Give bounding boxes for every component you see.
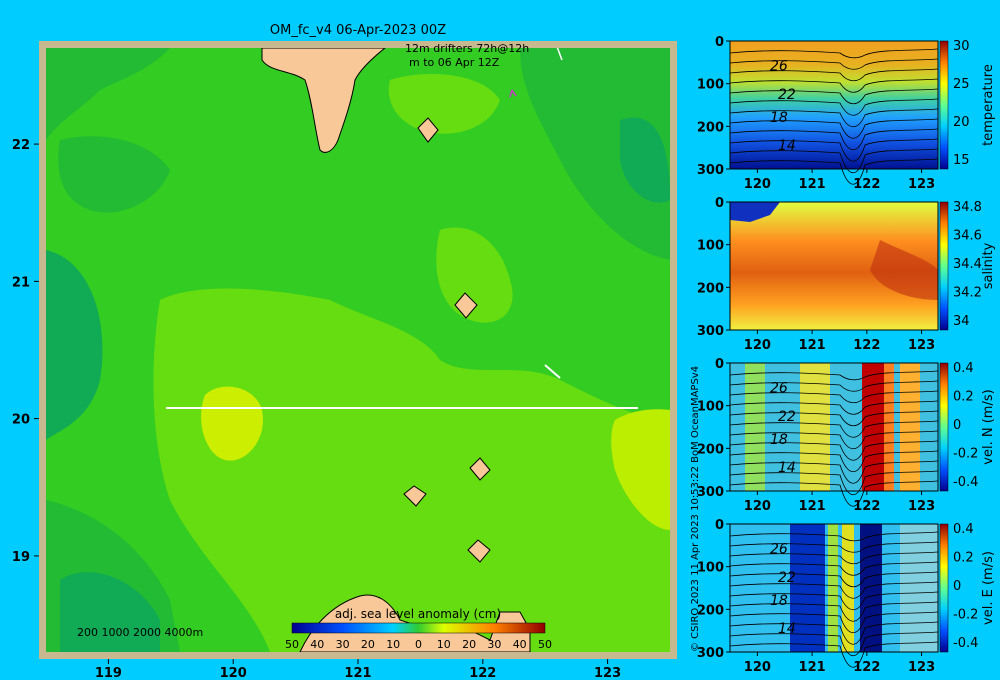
panel-ytick-label: 100 <box>697 78 724 93</box>
sl-colorbar-tick: 30 <box>487 638 501 651</box>
isotherm-label: 18 <box>770 432 788 448</box>
map-title: OM_fc_v4 06-Apr-2023 00Z <box>270 23 446 38</box>
panel-colorbar-tick: 20 <box>953 115 970 130</box>
panel-ytick-label: 0 <box>715 35 724 50</box>
panel-colorbar-label: temperature <box>981 64 996 146</box>
panel-xtick-label: 121 <box>799 499 826 514</box>
isotherm-label: 26 <box>770 381 788 397</box>
panel-xtick-label: 122 <box>853 338 880 353</box>
panel-colorbar-tick: 30 <box>953 39 970 54</box>
map-ytick-label: 20 <box>12 413 30 428</box>
sl-colorbar-tick: 20 <box>361 638 375 651</box>
sl-colorbar <box>291 622 546 634</box>
panel-colorbar-tick: -0.4 <box>953 636 978 651</box>
panel-colorbar-tick: 34.2 <box>953 286 982 301</box>
isotherm-label: 22 <box>778 87 796 103</box>
panel-colorbar <box>939 523 949 653</box>
sl-colorbar-tick: 20 <box>462 638 476 651</box>
panel-colorbar-tick: 0.2 <box>953 390 974 405</box>
panel-colorbar-tick: 34.4 <box>953 257 982 272</box>
panel-colorbar-tick: 0.4 <box>953 361 974 376</box>
panel-xtick-label: 122 <box>853 499 880 514</box>
map-xtick-label: 122 <box>469 666 496 680</box>
map-xtick-label: 123 <box>594 666 621 680</box>
panel-colorbar-tick: 34.6 <box>953 229 982 244</box>
panel-xtick-label: 121 <box>799 177 826 192</box>
sl-colorbar-tick: 10 <box>437 638 451 651</box>
map-ytick-label: 22 <box>12 138 30 153</box>
panel-ytick-label: 300 <box>697 324 724 339</box>
panel-ytick-label: 200 <box>697 120 724 135</box>
panel-colorbar-tick: -0.2 <box>953 608 978 623</box>
panel-xtick-label: 121 <box>799 660 826 675</box>
panel-ytick-label: 0 <box>715 196 724 211</box>
drifter-legend-line1: 12m drifters 72h@12h <box>405 42 529 55</box>
panel-colorbar-tick: 34.8 <box>953 200 982 215</box>
panel-colorbar-tick: 15 <box>953 153 970 168</box>
map-xtick-label: 119 <box>95 666 122 680</box>
map-xtick-label: 120 <box>220 666 247 680</box>
drifter-legend-line2: m to 06 Apr 12Z <box>409 56 500 69</box>
panel-colorbar-label: salinity <box>981 242 996 289</box>
isotherm-label: 26 <box>770 59 788 75</box>
isotherm-label: 18 <box>770 593 788 609</box>
panel-xtick-label: 121 <box>799 338 826 353</box>
panel-xtick-label: 120 <box>744 177 771 192</box>
panel-colorbar-tick: 0.4 <box>953 522 974 537</box>
panel-colorbar-tick: 0.2 <box>953 551 974 566</box>
panel-colorbar <box>939 40 949 170</box>
panel-colorbar-label: vel. E (m/s) <box>981 551 996 625</box>
panel-colorbar-tick: 0 <box>953 579 961 594</box>
panel-xtick-label: 123 <box>908 338 935 353</box>
sl-colorbar-tick: 30 <box>336 638 350 651</box>
panel-ytick-label: 100 <box>697 239 724 254</box>
sl-colorbar-tick: 10 <box>386 638 400 651</box>
map-ytick-label: 21 <box>12 275 30 290</box>
map-xtick-label: 121 <box>344 666 371 680</box>
panel-xtick-label: 122 <box>853 177 880 192</box>
sl-colorbar-tick: 40 <box>513 638 527 651</box>
map-ytick-label: 19 <box>12 550 30 565</box>
isotherm-label: 22 <box>778 570 796 586</box>
panel-xtick-label: 120 <box>744 660 771 675</box>
panel-colorbar <box>939 201 949 331</box>
panel-xtick-label: 122 <box>853 660 880 675</box>
panel-xtick-label: 120 <box>744 499 771 514</box>
isotherm-label: 26 <box>770 542 788 558</box>
panel-colorbar-label: vel. N (m/s) <box>981 389 996 464</box>
panel-xtick-label: 123 <box>908 660 935 675</box>
depth-legend: 200 1000 2000 4000m <box>77 626 203 639</box>
sl-colorbar-label: adj. sea level anomaly (cm) <box>335 607 501 621</box>
panel-colorbar-tick: -0.2 <box>953 447 978 462</box>
isotherm-label: 14 <box>778 460 796 476</box>
isotherm-label: 14 <box>778 138 796 154</box>
panel-xtick-label: 120 <box>744 338 771 353</box>
credit-text: © CSIRO 2023 11 Apr 2023 10:53:22 BoM Oc… <box>690 366 701 652</box>
figure: OM_fc_v4 06-Apr-2023 00Z 12m drifters 72… <box>12 23 996 680</box>
panel-ytick-label: 0 <box>715 518 724 533</box>
isotherm-label: 14 <box>778 621 796 637</box>
salinity-panel <box>730 202 938 330</box>
sl-colorbar-tick: 50 <box>285 638 299 651</box>
sea-level-map: OM_fc_v4 06-Apr-2023 00Z 12m drifters 72… <box>12 23 677 680</box>
panel-colorbar <box>939 362 949 492</box>
panel-colorbar-tick: 0 <box>953 418 961 433</box>
panel-ytick-label: 200 <box>697 281 724 296</box>
panel-ytick-label: 300 <box>697 163 724 178</box>
panel-colorbar-tick: 34 <box>953 314 970 329</box>
sl-colorbar-tick: 50 <box>538 638 552 651</box>
panel-xtick-label: 123 <box>908 499 935 514</box>
panel-colorbar-tick: -0.4 <box>953 475 978 490</box>
panel-xtick-label: 123 <box>908 177 935 192</box>
isotherm-label: 18 <box>770 110 788 126</box>
sl-colorbar-tick: 40 <box>310 638 324 651</box>
panel-ytick-label: 0 <box>715 357 724 372</box>
isotherm-label: 22 <box>778 409 796 425</box>
sl-colorbar-tick: 0 <box>415 638 422 651</box>
panel-colorbar-tick: 25 <box>953 77 970 92</box>
